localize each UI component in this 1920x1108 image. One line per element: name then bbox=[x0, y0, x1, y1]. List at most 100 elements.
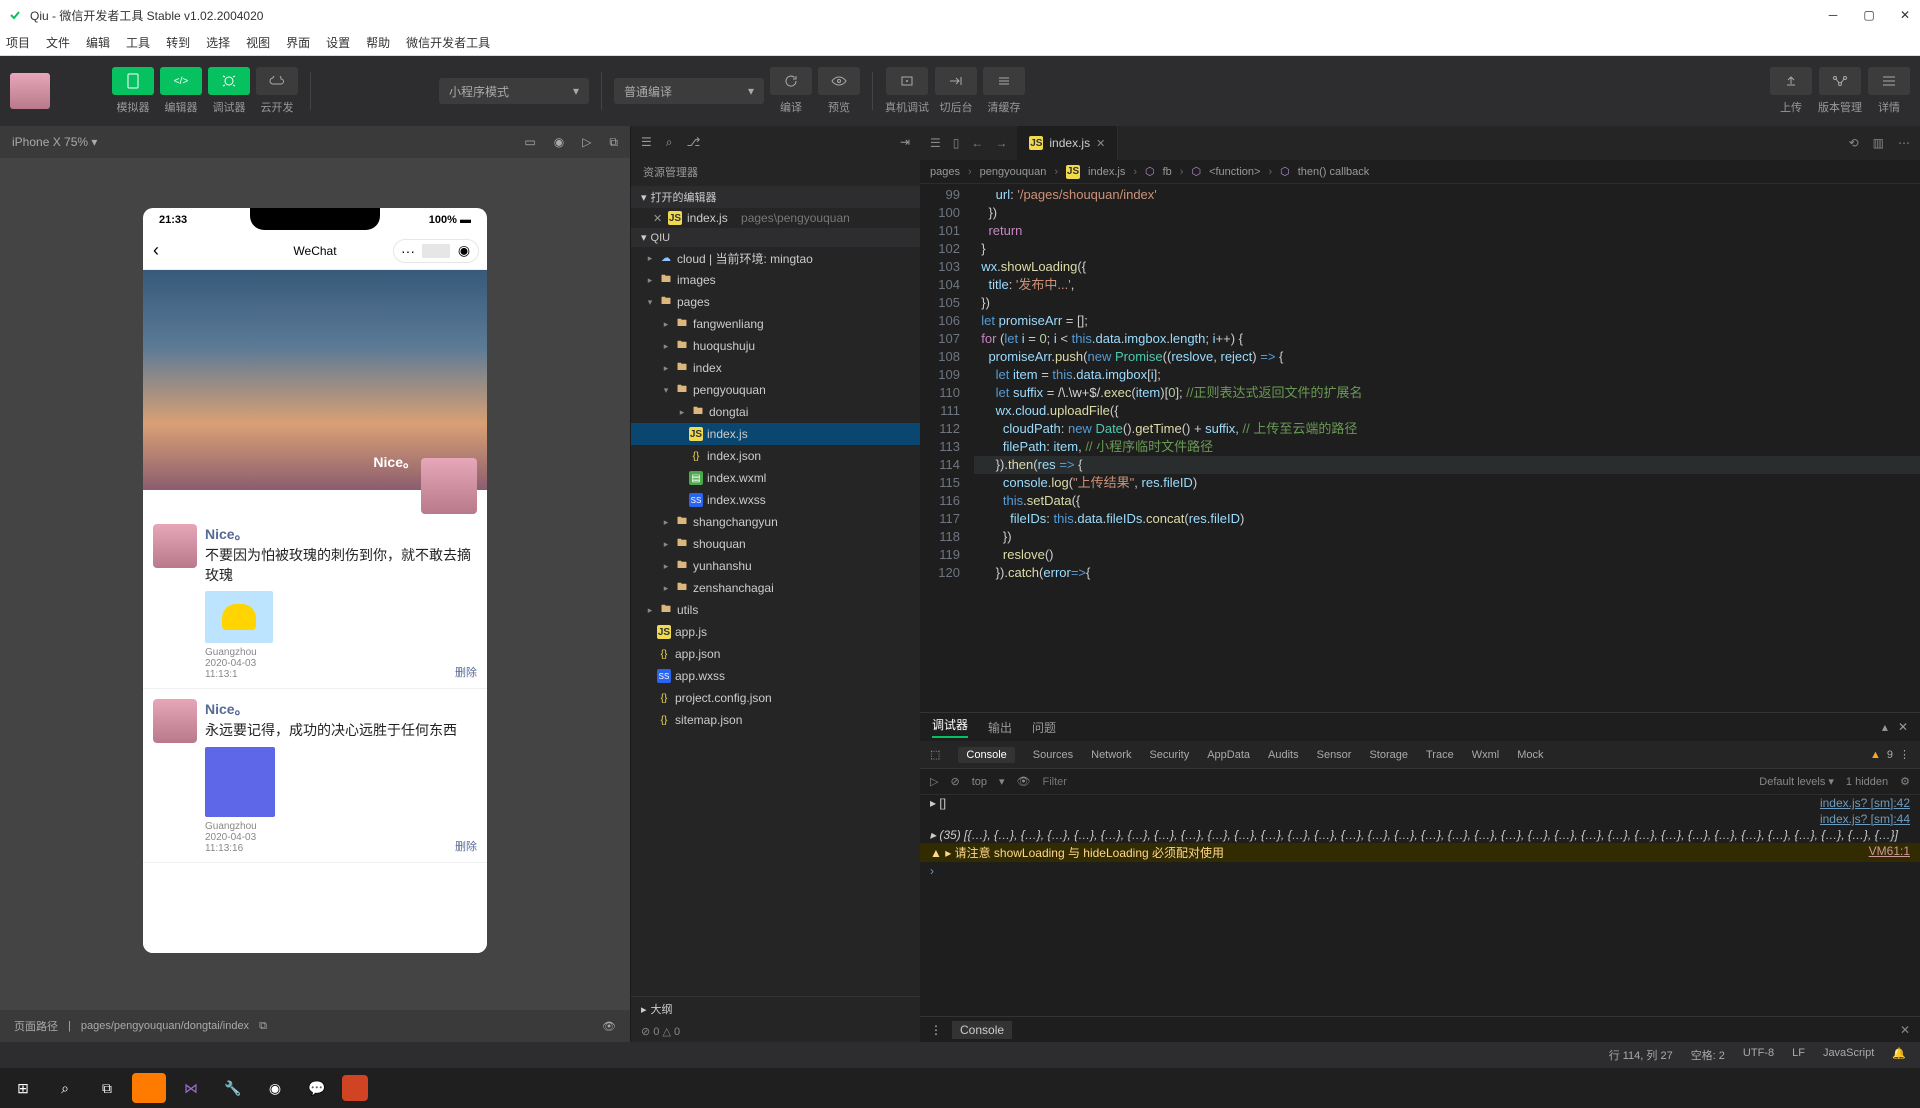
clear-icon[interactable]: ⊘ bbox=[950, 775, 959, 788]
phone-simulator[interactable]: 21:33 100% ▬ ‹ WeChat ···◉ Nice。 bbox=[143, 208, 487, 953]
menu-view[interactable]: 视图 bbox=[246, 34, 270, 51]
code-editor[interactable]: 9910010110210310410510610710810911011111… bbox=[920, 184, 1920, 712]
tree-folder[interactable]: ▸🖿huoqushuju bbox=[631, 335, 920, 357]
collapse-icon[interactable]: ⇥ bbox=[900, 135, 910, 149]
cursor-position[interactable]: 行 114, 列 27 bbox=[1609, 1047, 1673, 1063]
diff-icon[interactable]: ⟲ bbox=[1849, 136, 1859, 150]
log-levels[interactable]: Default levels ▾ bbox=[1759, 775, 1834, 788]
filter-input[interactable] bbox=[1042, 776, 1747, 788]
editor-menu-icon[interactable]: ☰ bbox=[930, 136, 941, 150]
tree-file[interactable]: SSindex.wxss bbox=[631, 489, 920, 511]
indent-info[interactable]: 空格: 2 bbox=[1691, 1047, 1725, 1063]
nav-back-icon[interactable]: ← bbox=[971, 136, 983, 150]
search-icon[interactable]: ⌕ bbox=[48, 1073, 82, 1103]
tree-folder[interactable]: ▸🖿shangchangyun bbox=[631, 511, 920, 533]
editor-button[interactable]: </> bbox=[160, 67, 202, 95]
problems-count[interactable]: ⊘ 0 △ 0 bbox=[631, 1021, 920, 1042]
breadcrumb[interactable]: pages› pengyouquan› JSindex.js› ⬡fb› ⬡<f… bbox=[920, 160, 1920, 184]
play-icon[interactable]: ▷ bbox=[930, 775, 938, 788]
app-icon[interactable] bbox=[132, 1073, 166, 1103]
editor-tab[interactable]: JSindex.js✕ bbox=[1017, 126, 1118, 160]
devtool-security[interactable]: Security bbox=[1149, 749, 1189, 761]
tree-file[interactable]: {}project.config.json bbox=[631, 687, 920, 709]
device-selector[interactable]: iPhone X 75% ▾ bbox=[12, 135, 97, 149]
drawer-close-icon[interactable]: ✕ bbox=[1900, 1023, 1910, 1037]
ppt-icon[interactable] bbox=[342, 1075, 368, 1101]
maximize-icon[interactable]: ▢ bbox=[1862, 8, 1876, 22]
tab-close-icon[interactable]: ✕ bbox=[1096, 137, 1105, 150]
devtool-storage[interactable]: Storage bbox=[1369, 749, 1408, 761]
tree-file[interactable]: {}sitemap.json bbox=[631, 709, 920, 731]
encoding[interactable]: UTF-8 bbox=[1743, 1047, 1774, 1063]
drawer-console-tab[interactable]: Console bbox=[952, 1021, 1012, 1039]
tree-folder[interactable]: ▾🖿pengyouquan bbox=[631, 379, 920, 401]
post-username[interactable]: Nice。 bbox=[205, 699, 477, 719]
live-icon[interactable]: 👁 bbox=[1017, 775, 1031, 788]
vscode-icon[interactable]: ⋈ bbox=[174, 1073, 208, 1103]
split-icon[interactable]: ▥ bbox=[1873, 136, 1884, 150]
detail-button[interactable] bbox=[1868, 67, 1910, 95]
nav-forward-icon[interactable]: → bbox=[995, 136, 1007, 150]
minimize-icon[interactable]: ─ bbox=[1826, 8, 1840, 22]
upload-button[interactable] bbox=[1770, 67, 1812, 95]
menu-ui[interactable]: 界面 bbox=[286, 34, 310, 51]
more-icon[interactable]: ⋯ bbox=[1898, 136, 1910, 150]
menu-goto[interactable]: 转到 bbox=[166, 34, 190, 51]
inspect-icon[interactable]: ⬚ bbox=[930, 748, 940, 761]
post-image[interactable] bbox=[205, 591, 273, 643]
panel-close-icon[interactable]: ✕ bbox=[1898, 720, 1908, 734]
copy-icon[interactable]: ⧉ bbox=[259, 1020, 267, 1033]
version-button[interactable] bbox=[1819, 67, 1861, 95]
gear-icon[interactable]: ⚙ bbox=[1900, 775, 1910, 788]
menu-wechat[interactable]: 微信开发者工具 bbox=[406, 34, 490, 51]
background-button[interactable] bbox=[935, 67, 977, 95]
remote-debug-button[interactable] bbox=[886, 67, 928, 95]
post-username[interactable]: Nice。 bbox=[205, 524, 477, 544]
devtool-sensor[interactable]: Sensor bbox=[1317, 749, 1352, 761]
tree-file[interactable]: SSapp.wxss bbox=[631, 665, 920, 687]
menu-project[interactable]: 项目 bbox=[6, 34, 30, 51]
delete-button[interactable]: 删除 bbox=[455, 664, 477, 680]
tree-file[interactable]: ▤index.wxml bbox=[631, 467, 920, 489]
start-icon[interactable]: ⊞ bbox=[6, 1073, 40, 1103]
tree-folder[interactable]: ▸🖿utils bbox=[631, 599, 920, 621]
devtool-network[interactable]: Network bbox=[1091, 749, 1131, 761]
clear-cache-button[interactable] bbox=[983, 67, 1025, 95]
debug-tab-problems[interactable]: 问题 bbox=[1032, 719, 1056, 736]
back-icon[interactable]: ‹ bbox=[153, 240, 159, 261]
debug-tab-debugger[interactable]: 调试器 bbox=[932, 716, 968, 738]
eol[interactable]: LF bbox=[1792, 1047, 1805, 1063]
menu-tool[interactable]: 工具 bbox=[126, 34, 150, 51]
delete-button[interactable]: 删除 bbox=[455, 838, 477, 854]
menu-edit[interactable]: 编辑 bbox=[86, 34, 110, 51]
devtool-sources[interactable]: Sources bbox=[1033, 749, 1073, 761]
menu-settings[interactable]: 设置 bbox=[326, 34, 350, 51]
debugger-button[interactable] bbox=[208, 67, 250, 95]
simulator-button[interactable] bbox=[112, 67, 154, 95]
post-avatar[interactable] bbox=[153, 524, 197, 568]
chrome-icon[interactable]: ◉ bbox=[258, 1073, 292, 1103]
search-icon[interactable]: ⌕ bbox=[666, 135, 673, 150]
open-editors-section[interactable]: 打开的编辑器 bbox=[651, 189, 717, 205]
sim-record-icon[interactable]: ◉ bbox=[554, 135, 564, 150]
chevron-up-icon[interactable]: ▴ bbox=[1882, 720, 1888, 734]
eye-icon[interactable]: 👁 bbox=[602, 1020, 616, 1033]
outline-section[interactable]: 大纲 bbox=[651, 1001, 673, 1017]
preview-button[interactable] bbox=[818, 67, 860, 95]
bell-icon[interactable]: 🔔 bbox=[1892, 1047, 1906, 1063]
devtool-wxml[interactable]: Wxml bbox=[1472, 749, 1500, 761]
tree-folder[interactable]: ▸🖿yunhanshu bbox=[631, 555, 920, 577]
project-root[interactable]: QIU bbox=[651, 232, 671, 244]
git-icon[interactable]: ⎇ bbox=[687, 135, 701, 150]
cloud-button[interactable] bbox=[256, 67, 298, 95]
devtool-more-icon[interactable]: ⋮ bbox=[1899, 748, 1910, 761]
devtool-console[interactable]: Console bbox=[958, 747, 1014, 763]
tree-folder[interactable]: ▸☁cloud | 当前环境: mingtao bbox=[631, 247, 920, 269]
menu-icon[interactable]: ☰ bbox=[641, 135, 652, 150]
warning-count[interactable]: 9 bbox=[1887, 749, 1893, 761]
close-file-icon[interactable]: ✕ bbox=[653, 212, 663, 225]
tree-folder[interactable]: ▸🖿dongtai bbox=[631, 401, 920, 423]
console-output[interactable]: ▸ []index.js? [sm]:42 index.js? [sm]:44 … bbox=[920, 795, 1920, 1016]
tree-folder[interactable]: ▸🖿fangwenliang bbox=[631, 313, 920, 335]
menu-help[interactable]: 帮助 bbox=[366, 34, 390, 51]
